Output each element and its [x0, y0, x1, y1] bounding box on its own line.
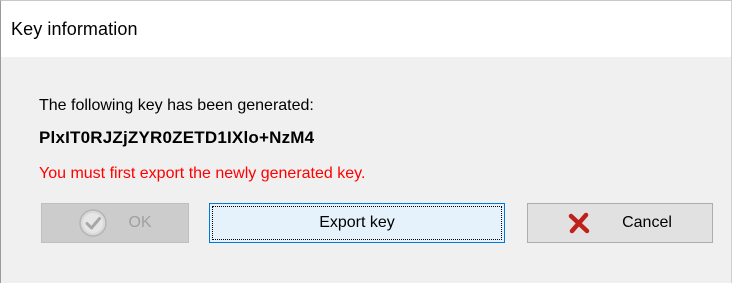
cancel-button-label: Cancel	[622, 214, 672, 231]
generated-key-value: PlxIT0RJZjZYR0ZETD1IXlo+NzM4	[39, 128, 315, 147]
cancel-button[interactable]: Cancel	[527, 203, 713, 243]
x-icon	[568, 212, 590, 234]
export-warning-text: You must first export the newly generate…	[39, 165, 366, 182]
key-information-dialog: Key information The following key has be…	[0, 0, 732, 283]
intro-text: The following key has been generated:	[39, 97, 314, 114]
focus-ring	[212, 206, 502, 240]
ok-button-label: OK	[128, 214, 152, 231]
check-circle-icon	[78, 208, 108, 238]
ok-button[interactable]: OK	[41, 203, 189, 243]
export-key-button[interactable]: Export key	[209, 203, 505, 243]
title-bar[interactable]: Key information	[1, 1, 731, 57]
window-title: Key information	[11, 19, 138, 39]
dialog-body: The following key has been generated: Pl…	[1, 57, 731, 283]
